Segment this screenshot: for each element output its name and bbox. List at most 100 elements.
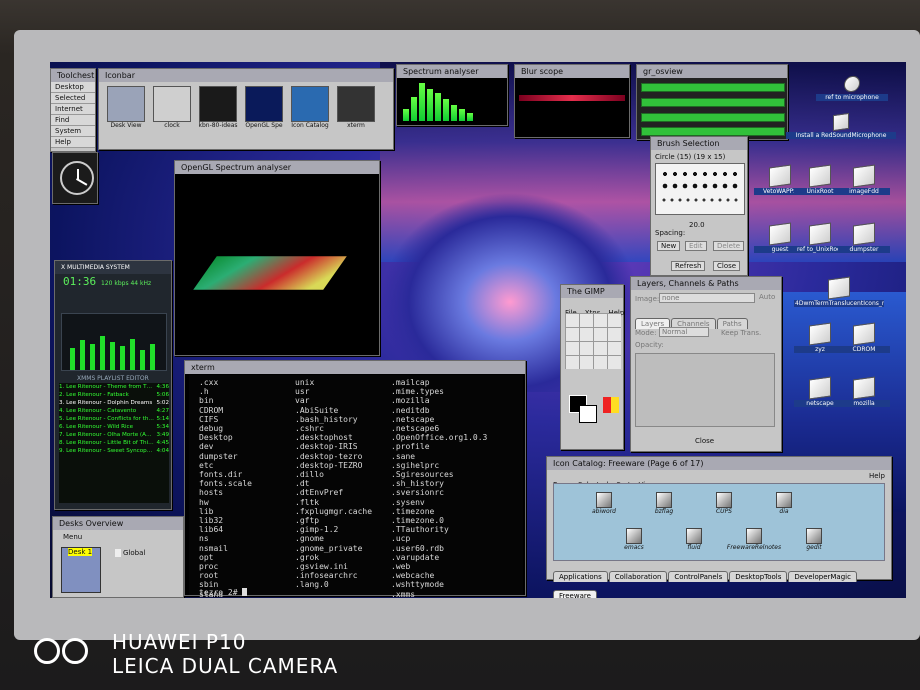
iconbar-item-0[interactable]: Desk View [105,86,147,138]
file-entry: unix [295,378,315,387]
toolchest-item-internet[interactable]: Internet [51,104,95,115]
iconbar-item-thumb [245,86,283,122]
toolchest-item-system[interactable]: System [51,126,95,137]
file-entry: .lang.0 [295,580,329,590]
ref-to-microphone-icon[interactable]: ref to microphone [816,74,888,101]
layers-list[interactable] [635,353,775,427]
brush-preview[interactable] [603,397,619,413]
desktop-icon-5[interactable]: dumpster [838,222,890,253]
catalog-tab-freeware[interactable]: Freeware [553,590,597,598]
playlist-row[interactable]: 9. Lee Ritenour - Sweet Syncopation 4:04 [59,447,169,455]
icon-catalog-window: Icon Catalog: Freeware (Page 6 of 17) Pa… [546,456,892,598]
desks-menu[interactable]: Menu [63,533,82,541]
toolchest-item-find[interactable]: Find [51,115,95,126]
close-brush-button[interactable]: Close [713,261,741,271]
desktop-icon-8[interactable]: CDROM [838,322,890,353]
keep-trans-checkbox[interactable]: Keep Trans. [721,329,761,337]
layers-close-button[interactable]: Close [695,437,714,445]
catalog-icon-cups[interactable]: CUPS [694,492,754,515]
ls-column-3: .mailcap .mime.types .mozilla .neditdb .nets… [391,378,487,598]
playlist-row[interactable]: 2. Lee Ritenour - Fatback 5:06 [59,391,169,399]
iconbar-item-4[interactable]: Icon Catalog [289,86,331,138]
desktop-icon-2[interactable]: imageFdd [838,164,890,195]
spectrum-bar [403,109,409,121]
file-entry: .desktop-TEZRO [295,460,363,470]
install-microphone-icon[interactable]: Install a RedSoundMicrophone [786,112,896,139]
app-icon [746,528,762,544]
folder-icon [809,222,831,246]
catalog-tab-controlpanels[interactable]: ControlPanels [668,571,729,582]
catalog-icon-gedit[interactable]: gedit [784,528,844,551]
playlist-row[interactable]: 1. Lee Ritenour - Theme from Three Days … [59,383,169,391]
app-icon [686,528,702,544]
edit-brush-button[interactable]: Edit [685,241,707,251]
desktop-icon-6[interactable]: 4DwmTermTranslucentIcons_m_ffff [794,276,884,307]
bg-color-swatch[interactable] [579,405,597,423]
catalog-icon-fluid[interactable]: fluid [664,528,724,551]
app-icon-label: abiword [591,508,616,515]
delete-brush-button[interactable]: Delete [713,241,744,251]
iconbar-item-2[interactable]: kbn-80-ideas [197,86,239,138]
catalog-icon-emacs[interactable]: emacs [604,528,664,551]
gimp-title: The GIMP [561,285,623,298]
toolchest-item-help[interactable]: Help [51,137,95,148]
file-entry: .ucp [391,534,411,544]
file-entry: fonts.dir [199,470,243,480]
iconbar-item-label: Desk View [110,122,142,129]
playlist-row[interactable]: 4. Lee Ritenour - Catavento 4:27 [59,407,169,415]
file-entry: CIFS [199,414,219,424]
catalog-tab-developermagic[interactable]: DeveloperMagic [788,571,857,582]
new-brush-button[interactable]: New [657,241,681,251]
catalog-icon-dia[interactable]: dia [754,492,814,515]
layers-tab-paths[interactable]: Paths [716,318,748,329]
refresh-brush-button[interactable]: Refresh [671,261,706,271]
xterm-output[interactable]: .cxx .h bin CDROM CIFS debug Desktop dev dumpste… [189,375,523,598]
iconbar-item-5[interactable]: xterm [335,86,377,138]
playlist-row[interactable]: 8. Lee Ritenour - Little Bit of This and… [59,439,169,447]
cpu0-bar [641,83,785,92]
iconbar-item-thumb [107,86,145,122]
playlist-length: 5:34 [156,424,169,430]
playlist-length: 4:36 [156,384,169,390]
playlist-row[interactable]: 6. Lee Ritenour - Wild Rice 5:34 [59,423,169,431]
brush-name: Circle (15) (19 x 15) [655,153,726,161]
iconbar-item-label: Icon Catalog [291,122,329,129]
global-checkbox[interactable]: Global [115,549,145,557]
catalog-icon-freewarerelnotes[interactable]: FreewareRelnotes [724,528,784,551]
file-entry: .cxx [199,378,219,387]
file-entry: .cshrc [295,424,324,434]
playlist-row[interactable]: 7. Lee Ritenour - Olha Morte (Asmann)3:4… [59,431,169,439]
iconbar-item-1[interactable]: clock [151,86,193,138]
gimp-tools-grid[interactable] [565,313,621,369]
toolchest-item-selected[interactable]: Selected [51,93,95,104]
file-entry: .dt [295,479,310,489]
auto-button[interactable]: Auto [759,293,775,301]
icon-catalog-help[interactable]: Help [869,472,885,480]
folder-icon [853,376,875,400]
catalog-tab-collaboration[interactable]: Collaboration [608,571,668,582]
catalog-icon-abiword[interactable]: abiword [574,492,634,515]
playlist-title: 2. Lee Ritenour - Fatback [59,392,129,398]
brush-grid[interactable] [655,163,745,215]
catalog-tab-applications[interactable]: Applications [553,571,608,582]
icon-catalog-grid: abiword bzflag CUPS dia emacs fluid FreewareRe… [553,483,885,561]
desk1-thumbnail[interactable]: Desk 1 [61,547,101,593]
catalog-tab-desktoptools[interactable]: DesktopTools [729,571,788,582]
desktop-icon-10[interactable]: mozilla [838,376,890,407]
file-entry: .desktop-tezro [295,451,363,461]
catalog-icon-bzflag[interactable]: bzflag [634,492,694,515]
file-entry: .profile [391,442,430,452]
iconbar-item-3[interactable]: OpenGL Spe [243,86,285,138]
image-select[interactable]: none [659,293,755,303]
playlist-row[interactable]: 5. Lee Ritenour - Conflicts for the Univ… [59,415,169,423]
file-entry: .mailcap [391,378,430,387]
playlist-row[interactable]: 3. Lee Ritenour - Dolphin Dreams 5:02 [59,399,169,407]
cpu1-bar [641,98,785,107]
iconbar-items: Desk View clock kbn-80-ideas OpenGL Spe Icon… [99,82,393,142]
mode-select[interactable]: Normal [659,327,709,337]
layers-dialog: Layers, Channels & Paths Image: none Aut… [630,276,782,452]
clock-window [52,152,98,204]
file-entry: proc [199,562,219,572]
spectrum-bars [403,81,499,121]
toolchest-item-desktop[interactable]: Desktop [51,82,95,93]
